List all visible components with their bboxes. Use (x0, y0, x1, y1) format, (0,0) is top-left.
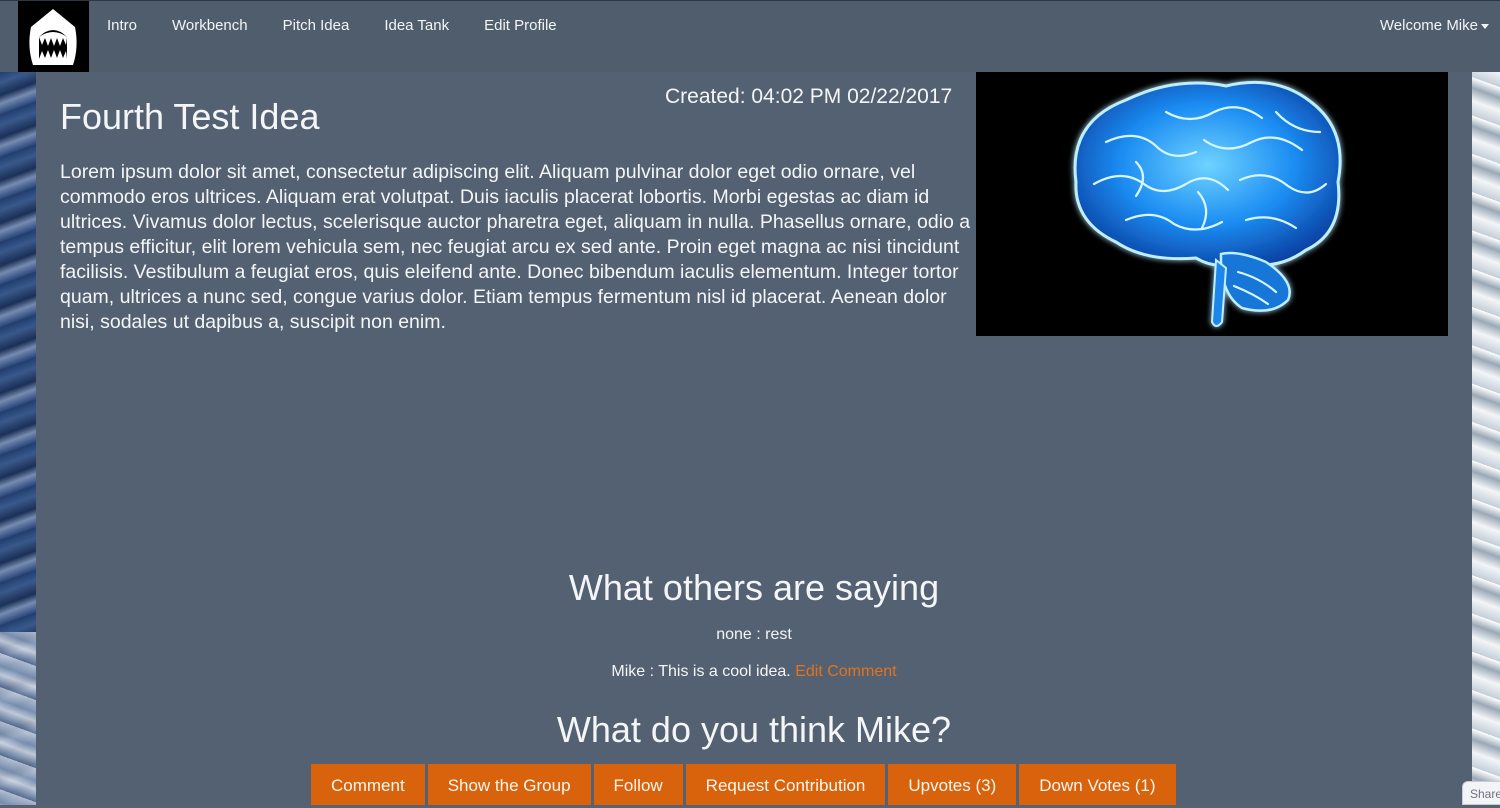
idea-description: Lorem ipsum dolor sit amet, consectetur … (60, 161, 971, 333)
comment-text: none : rest (716, 626, 792, 643)
show-group-button[interactable]: Show the Group (427, 764, 591, 805)
edit-comment-link[interactable]: Edit Comment (795, 663, 896, 680)
nav-link-idea-tank[interactable]: Idea Tank (384, 17, 449, 35)
action-button-bar: Comment Show the Group Follow Request Co… (311, 764, 1179, 805)
comments-heading: What others are saying (568, 567, 940, 608)
top-navbar: Intro Workbench Pitch Idea Idea Tank Edi… (0, 0, 1500, 72)
idea-title: Fourth Test Idea (60, 96, 320, 137)
follow-button[interactable]: Follow (593, 764, 683, 805)
comment-item: none : rest (0, 625, 1500, 645)
nav-links: Intro Workbench Pitch Idea Idea Tank Edi… (107, 17, 592, 35)
shark-jaw-icon (29, 9, 77, 65)
comment-button[interactable]: Comment (311, 764, 425, 805)
downvotes-button[interactable]: Down Votes (1) (1019, 764, 1176, 805)
share-tab[interactable]: Share (1462, 781, 1500, 805)
caret-down-icon (1481, 23, 1489, 29)
comment-item: Mike : This is a cool idea. Edit Comment (0, 662, 1500, 682)
background-wave-right (1472, 72, 1500, 805)
comment-text: Mike : This is a cool idea. (611, 663, 791, 680)
nav-link-workbench[interactable]: Workbench (172, 17, 248, 35)
nav-link-edit-profile[interactable]: Edit Profile (484, 17, 557, 35)
background-wave-left (0, 72, 36, 805)
nav-link-intro[interactable]: Intro (107, 17, 137, 35)
welcome-label: Welcome Mike (1379, 17, 1478, 34)
upvotes-button[interactable]: Upvotes (3) (888, 764, 1017, 805)
user-menu-dropdown[interactable]: Welcome Mike (1380, 17, 1489, 35)
request-contribution-button[interactable]: Request Contribution (685, 764, 886, 805)
brain-icon (1073, 80, 1342, 327)
nav-link-pitch-idea[interactable]: Pitch Idea (283, 17, 350, 35)
brain-image (976, 72, 1448, 336)
created-timestamp: Created: 04:02 PM 02/22/2017 (665, 85, 953, 108)
feedback-prompt-heading: What do you think Mike? (556, 709, 952, 750)
shark-logo[interactable] (18, 1, 89, 72)
